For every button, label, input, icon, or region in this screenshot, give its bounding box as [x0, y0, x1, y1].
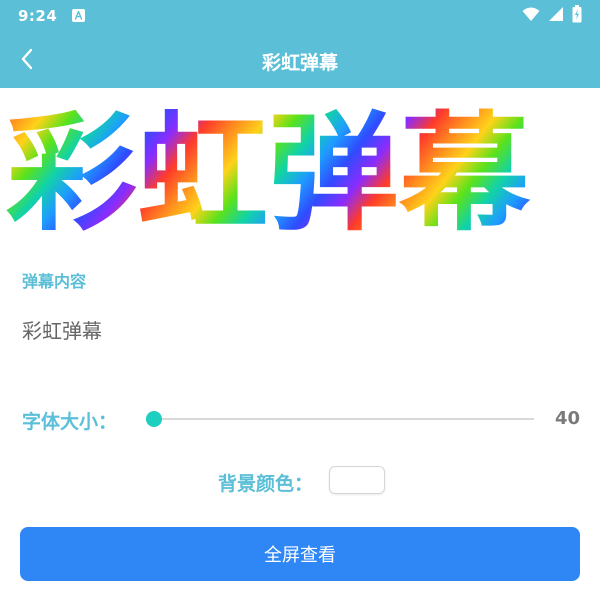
- slider-track: [154, 418, 534, 420]
- app-store-icon: [72, 9, 85, 22]
- status-bar: 9:24: [0, 0, 600, 32]
- fullscreen-button[interactable]: 全屏查看: [20, 527, 580, 581]
- signal-icon: [548, 6, 564, 26]
- rainbow-text: 彩虹弹幕: [6, 100, 531, 238]
- status-icons: [522, 5, 582, 27]
- font-size-value: 40: [554, 408, 580, 429]
- rainbow-preview: 彩虹弹幕: [0, 88, 600, 238]
- content-input[interactable]: [22, 310, 578, 348]
- title-bar: 彩虹弹幕: [0, 32, 600, 88]
- background-color-swatch[interactable]: [329, 466, 385, 494]
- rainbow-preview-canvas: 彩虹弹幕: [6, 100, 531, 238]
- status-time: 9:24: [18, 7, 58, 25]
- slider-thumb[interactable]: [146, 411, 162, 427]
- battery-icon: [572, 5, 582, 27]
- font-size-slider[interactable]: [144, 404, 538, 434]
- page-title: 彩虹弹幕: [261, 52, 338, 74]
- font-size-label: 字体大小：: [22, 411, 118, 433]
- background-color-label: 背景颜色：: [218, 473, 314, 495]
- wifi-icon: [522, 6, 540, 26]
- content-label: 弹幕内容: [22, 272, 87, 291]
